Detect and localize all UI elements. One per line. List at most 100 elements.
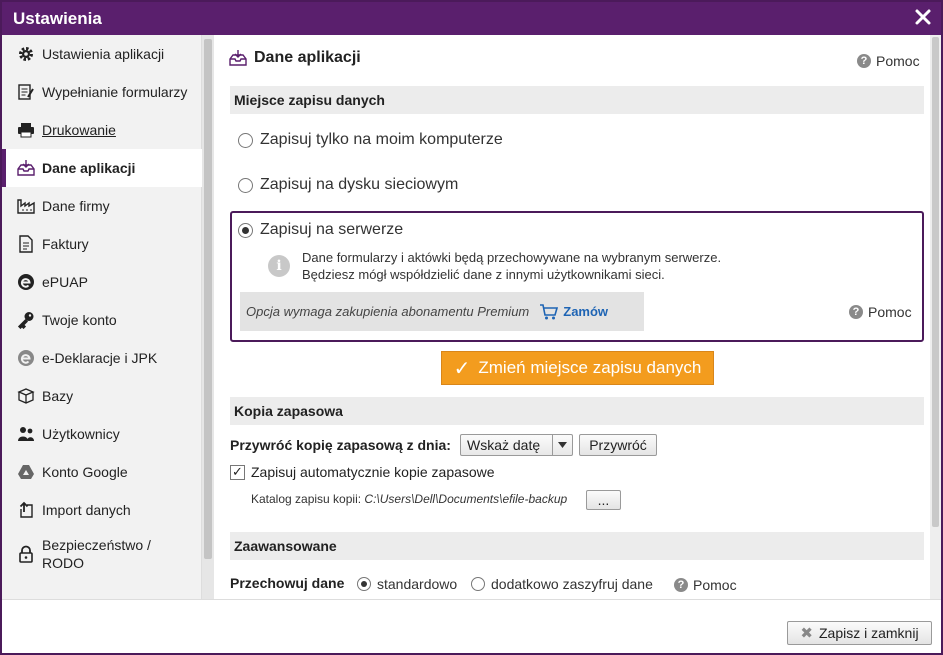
page-title: Dane aplikacji <box>254 49 361 66</box>
premium-note: Opcja wymaga zakupienia abonamentu Premi… <box>240 292 644 331</box>
sidebar-item-label: Bazy <box>42 388 74 404</box>
radio-network[interactable]: Zapisuj na dysku sieciowym <box>238 176 458 194</box>
server-description: Dane formularzy i aktówki będą przechowy… <box>302 249 721 283</box>
sidebar-item-drukowanie[interactable]: Drukowanie <box>2 111 202 149</box>
section-backup: Kopia zapasowa <box>230 397 924 425</box>
sidebar-scrollbar[interactable] <box>202 35 214 599</box>
sidebar-item-label: e-Deklaracje i JPK <box>42 350 158 366</box>
scrollbar-thumb[interactable] <box>932 37 939 527</box>
sidebar-item-dane-aplikacji[interactable]: Dane aplikacji <box>2 149 202 187</box>
import-icon <box>16 500 36 520</box>
description-line: Dane formularzy i aktówki będą przechowy… <box>302 250 722 265</box>
help-icon: ? <box>849 305 863 319</box>
sidebar: Ustawienia aplikacji Wypełnianie formula… <box>2 35 202 599</box>
key-icon <box>16 310 36 330</box>
auto-backup-checkbox-row[interactable]: ✓ Zapisuj automatycznie kopie zapasowe <box>230 464 495 480</box>
sidebar-item-import-danych[interactable]: Import danych <box>2 491 202 529</box>
catalog-label: Katalog zapisu kopii: <box>251 492 362 506</box>
help-link[interactable]: ? Pomoc <box>849 304 912 320</box>
checkmark-icon: ✓ <box>453 357 471 380</box>
sidebar-item-dane-firmy[interactable]: Dane firmy <box>2 187 202 225</box>
sidebar-item-wypelnianie-formularzy[interactable]: Wypełnianie formularzy <box>2 73 202 111</box>
chevron-down-icon[interactable] <box>552 435 572 455</box>
order-link[interactable]: Zamów <box>539 303 609 320</box>
sidebar-item-e-deklaracje[interactable]: e-Deklaracje i JPK <box>2 339 202 377</box>
document-icon <box>16 234 36 254</box>
main-scrollbar[interactable] <box>930 35 941 599</box>
order-label: Zamów <box>563 304 609 319</box>
radio-label: Zapisuj tylko na moim komputerze <box>260 131 503 148</box>
radio-button[interactable] <box>238 222 253 238</box>
help-link[interactable]: ? Pomoc <box>857 53 920 69</box>
browse-button[interactable]: ... <box>586 490 621 510</box>
radio-encrypt[interactable]: dodatkowo zaszyfruj dane <box>471 576 653 592</box>
help-link[interactable]: ? Pomoc <box>674 577 737 593</box>
restore-button[interactable]: Przywróć <box>579 434 657 456</box>
store-label: Przechowuj dane <box>230 575 345 591</box>
sidebar-item-bezpieczenstwo[interactable]: Bezpieczeństwo / RODO <box>2 529 202 579</box>
backup-date-select[interactable]: Wskaż datę <box>460 434 573 456</box>
radio-label: standardowo <box>377 576 458 592</box>
users-icon <box>16 424 36 444</box>
change-storage-button[interactable]: ✓ Zmień miejsce zapisu danych <box>441 351 714 385</box>
catalog-path: C:\Users\Dell\Documents\efile-backup <box>364 492 568 506</box>
sidebar-item-label: Konto Google <box>42 464 128 480</box>
help-label: Pomoc <box>693 577 737 593</box>
radio-button[interactable] <box>357 577 371 591</box>
sidebar-item-label: Użytkownicy <box>42 426 120 442</box>
printer-icon <box>16 120 36 140</box>
radio-label: Zapisuj na serwerze <box>260 221 404 238</box>
sidebar-item-faktury[interactable]: Faktury <box>2 225 202 263</box>
radio-standard[interactable]: standardowo <box>357 576 457 592</box>
select-value: Wskaż datę <box>467 437 541 453</box>
radio-label: Zapisuj na dysku sieciowym <box>260 176 459 193</box>
premium-note-text: Opcja wymaga zakupienia abonamentu Premi… <box>246 304 530 319</box>
factory-icon <box>16 196 36 216</box>
google-drive-icon <box>16 462 36 482</box>
auto-backup-checkbox[interactable]: ✓ <box>230 464 245 480</box>
sidebar-item-konto-google[interactable]: Konto Google <box>2 453 202 491</box>
cart-icon <box>540 303 559 319</box>
sidebar-item-uzytkownicy[interactable]: Użytkownicy <box>2 415 202 453</box>
sidebar-item-label: Faktury <box>42 236 89 252</box>
radio-server[interactable]: Zapisuj na serwerze <box>238 221 403 239</box>
radio-local[interactable]: Zapisuj tylko na moim komputerze <box>238 131 503 149</box>
checkbox-label: Zapisuj automatycznie kopie zapasowe <box>251 464 495 480</box>
info-icon: i <box>268 255 290 277</box>
title-bar: Ustawienia <box>2 2 941 35</box>
sidebar-item-label: Wypełnianie formularzy <box>42 84 188 100</box>
help-label: Pomoc <box>868 304 912 320</box>
inbox-download-icon <box>16 158 36 178</box>
lock-icon <box>16 544 36 564</box>
box-icon <box>16 386 36 406</box>
button-label: Zmień miejsce zapisu danych <box>478 358 702 377</box>
help-icon: ? <box>857 54 871 68</box>
sidebar-item-twoje-konto[interactable]: Twoje konto <box>2 301 202 339</box>
settings-window: Ustawienia Ustawienia aplikacji Wypełnia… <box>0 0 943 655</box>
help-icon: ? <box>674 578 688 592</box>
radio-button[interactable] <box>471 577 485 591</box>
radio-label: dodatkowo zaszyfruj dane <box>491 576 653 592</box>
backup-catalog: Katalog zapisu kopii: C:\Users\Dell\Docu… <box>251 492 567 506</box>
sidebar-item-label: Dane firmy <box>42 198 110 214</box>
sidebar-item-epuap[interactable]: ePUAP <box>2 263 202 301</box>
radio-button[interactable] <box>238 177 253 193</box>
sidebar-item-label: Drukowanie <box>42 122 116 138</box>
restore-label: Przywróć kopię zapasową z dnia: <box>230 437 451 453</box>
radio-button[interactable] <box>238 132 253 148</box>
sidebar-item-bazy[interactable]: Bazy <box>2 377 202 415</box>
e-declaration-icon <box>16 348 36 368</box>
close-icon[interactable] <box>914 8 932 26</box>
sidebar-item-ustawienia-aplikacji[interactable]: Ustawienia aplikacji <box>2 35 202 73</box>
save-and-close-button[interactable]: ✖ Zapisz i zamknij <box>787 621 932 645</box>
close-icon: ✖ <box>800 625 813 642</box>
section-advanced: Zaawansowane <box>230 532 924 560</box>
main-panel: Dane aplikacji ? Pomoc Miejsce zapisu da… <box>214 35 930 599</box>
scrollbar-thumb[interactable] <box>204 39 212 559</box>
gear-icon <box>16 44 36 64</box>
sidebar-item-label: Bezpieczeństwo / RODO <box>42 537 151 571</box>
footer: ✖ Zapisz i zamknij <box>2 599 941 653</box>
sidebar-item-label: Twoje konto <box>42 312 117 328</box>
form-edit-icon <box>16 82 36 102</box>
help-label: Pomoc <box>876 53 920 69</box>
